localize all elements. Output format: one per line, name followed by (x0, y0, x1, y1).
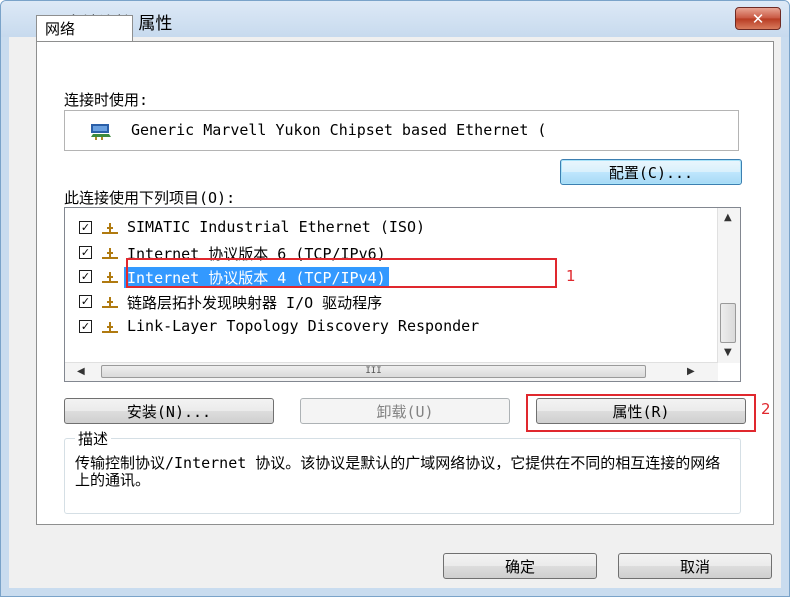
scroll-right-icon[interactable]: ▶ (687, 366, 695, 377)
annotation-box-1 (126, 258, 557, 288)
vertical-scroll-thumb[interactable] (720, 303, 736, 343)
item-label: SIMATIC Industrial Ethernet (ISO) (127, 218, 426, 236)
description-title: 描述 (75, 428, 112, 449)
configure-button[interactable]: 配置(C)... (560, 159, 742, 185)
checkbox[interactable]: ✓ (79, 295, 92, 308)
item-label: Link-Layer Topology Discovery Responder (127, 317, 480, 335)
horizontal-scroll-thumb[interactable]: III (101, 365, 646, 378)
ok-button[interactable]: 确定 (443, 553, 597, 579)
items-list-label: 此连接使用下列项目(O): (64, 189, 236, 207)
tab-network[interactable]: 网络 (36, 15, 133, 41)
protocol-icon (102, 223, 118, 234)
adapter-name: Generic Marvell Yukon Chipset based Ethe… (131, 121, 547, 139)
protocol-icon (102, 248, 118, 259)
checkbox[interactable]: ✓ (79, 221, 92, 234)
annotation-label-1: 1 (566, 267, 576, 285)
description-group: 描述 传输控制协议/Internet 协议。该协议是默认的广域网络协议，它提供在… (64, 428, 741, 514)
uninstall-button[interactable]: 卸载(U) (300, 398, 510, 424)
network-adapter-icon (91, 124, 111, 140)
scroll-left-icon[interactable]: ◀ (77, 366, 85, 377)
scroll-down-icon[interactable]: ▼ (724, 347, 732, 358)
close-button[interactable]: ✕ (735, 7, 781, 30)
checkbox[interactable]: ✓ (79, 246, 92, 259)
vertical-scrollbar[interactable]: ▲ ▼ (717, 208, 740, 363)
cancel-button[interactable]: 取消 (618, 553, 772, 579)
protocol-icon (102, 272, 118, 283)
checkbox[interactable]: ✓ (79, 270, 92, 283)
protocol-icon (102, 297, 118, 308)
item-label: 链路层拓扑发现映射器 I/O 驱动程序 (127, 294, 383, 312)
scroll-up-icon[interactable]: ▲ (724, 212, 732, 223)
connect-using-label: 连接时使用: (64, 91, 149, 109)
install-button[interactable]: 安装(N)... (64, 398, 274, 424)
close-icon: ✕ (751, 9, 765, 28)
description-text: 传输控制协议/Internet 协议。该协议是默认的广域网络协议，它提供在不同的… (75, 454, 721, 489)
adapter-field: Generic Marvell Yukon Chipset based Ethe… (64, 110, 739, 151)
annotation-label-2: 2 (761, 400, 771, 418)
horizontal-scrollbar[interactable]: ◀ III ▶ (65, 362, 718, 381)
protocol-icon (102, 322, 118, 333)
annotation-box-2 (526, 394, 756, 432)
checkbox[interactable]: ✓ (79, 320, 92, 333)
items-listbox[interactable]: ✓ SIMATIC Industrial Ethernet (ISO) ✓ In… (64, 207, 741, 382)
